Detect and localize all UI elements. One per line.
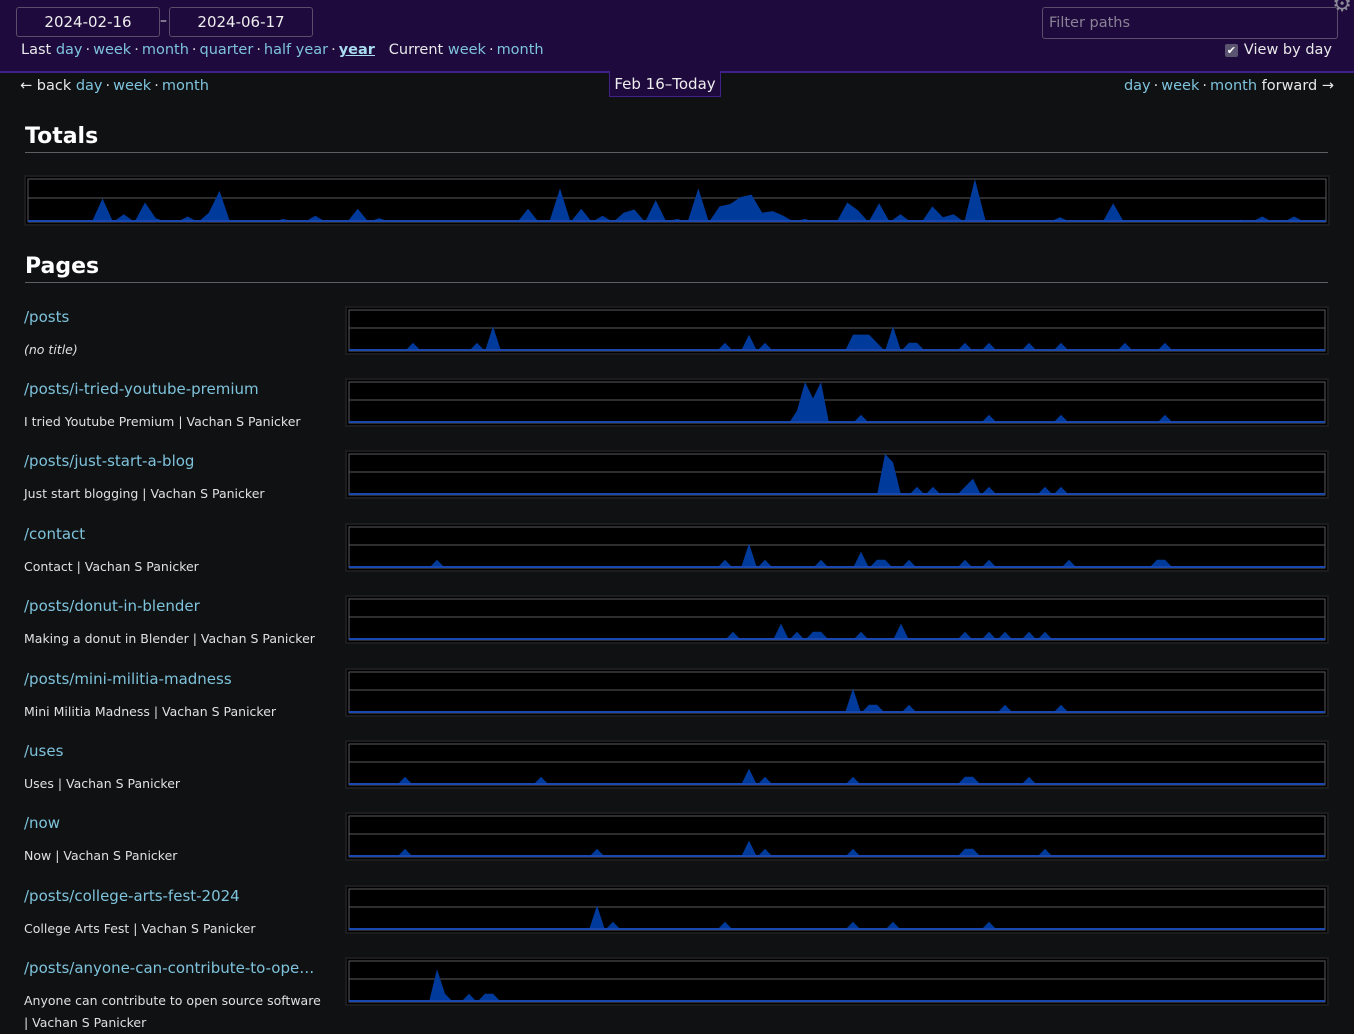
date-range-label: Feb 16–Today xyxy=(609,71,721,97)
page-path-link[interactable]: /posts/just-start-a-blog xyxy=(24,452,194,470)
page-title: Anyone can contribute to open source sof… xyxy=(24,990,324,1034)
chart-frame xyxy=(349,599,1325,640)
last-year-link[interactable]: year xyxy=(339,42,375,58)
back-week-link[interactable]: week xyxy=(113,78,151,94)
page-title: College Arts Fest | Vachan S Panicker xyxy=(24,918,324,940)
totals-chart-svg xyxy=(26,177,1328,224)
last-day-link[interactable]: day xyxy=(56,42,83,58)
chart-area xyxy=(349,543,1325,568)
pages-heading: Pages xyxy=(25,254,1328,283)
totals-chart xyxy=(24,175,1330,226)
page-title: Just start blogging | Vachan S Panicker xyxy=(24,483,324,505)
gear-icon[interactable]: ⚙ xyxy=(1332,0,1352,17)
chart-area xyxy=(349,969,1325,1002)
page-chart-svg xyxy=(347,742,1327,787)
last-month-link[interactable]: month xyxy=(142,42,189,58)
page-chart xyxy=(345,885,1329,934)
forward-week-link[interactable]: week xyxy=(1161,78,1199,94)
page-path-link[interactable]: /posts/mini-militia-madness xyxy=(24,670,232,688)
page-chart-svg xyxy=(347,959,1327,1004)
chart-frame xyxy=(349,454,1325,495)
chart-frame xyxy=(349,961,1325,1002)
page-chart-svg xyxy=(347,380,1327,425)
back-month-link[interactable]: month xyxy=(162,78,209,94)
page-chart-svg xyxy=(347,308,1327,353)
chart-frame xyxy=(349,672,1325,713)
page-chart-svg xyxy=(347,670,1327,715)
page-title: Contact | Vachan S Panicker xyxy=(24,556,324,578)
page-title: Now | Vachan S Panicker xyxy=(24,845,324,867)
last-label: Last xyxy=(21,42,51,58)
current-week-link[interactable]: week xyxy=(448,42,486,58)
chart-area xyxy=(349,454,1325,495)
chart-area xyxy=(349,841,1325,857)
chart-frame xyxy=(349,527,1325,568)
page-title: (no title) xyxy=(24,339,324,361)
page-path-link[interactable]: /now xyxy=(24,814,60,832)
forward-label: forward → xyxy=(1262,78,1334,94)
page-chart-svg xyxy=(347,597,1327,642)
header-bar: – Last day·week·month·quarter·half year·… xyxy=(0,0,1354,73)
last-quarter-link[interactable]: quarter xyxy=(200,42,254,58)
chart-frame xyxy=(349,382,1325,423)
page-chart xyxy=(345,306,1329,355)
page-chart-svg xyxy=(347,452,1327,497)
period-shortcuts: Last day·week·month·quarter·half year·ye… xyxy=(21,42,544,58)
back-day-link[interactable]: day xyxy=(76,78,103,94)
page-path-link[interactable]: /posts/anyone-can-contribute-to-ope… xyxy=(24,959,314,977)
chart-area xyxy=(349,382,1325,423)
start-date-input[interactable] xyxy=(16,7,160,37)
page-chart xyxy=(345,812,1329,861)
chart-frame xyxy=(349,744,1325,785)
forward-nav: day·week·month forward → xyxy=(1124,78,1334,94)
back-label: ← back xyxy=(20,78,71,94)
page-path-link[interactable]: /posts/i-tried-youtube-premium xyxy=(24,380,259,398)
page-chart xyxy=(345,450,1329,499)
view-by-day-label: View by day xyxy=(1244,42,1332,58)
filter-paths-input[interactable] xyxy=(1042,7,1338,39)
chart-area xyxy=(349,769,1325,785)
check-icon: ✔ xyxy=(1227,44,1236,57)
chart-area xyxy=(349,905,1325,930)
forward-month-link[interactable]: month xyxy=(1210,78,1257,94)
page-title: Making a donut in Blender | Vachan S Pan… xyxy=(24,628,324,650)
last-half-year-link[interactable]: half year xyxy=(264,42,328,58)
chart-area xyxy=(28,179,1326,222)
page-chart xyxy=(345,957,1329,1006)
chart-area xyxy=(349,326,1325,351)
page-chart xyxy=(345,523,1329,572)
page-chart xyxy=(345,668,1329,717)
date-separator: – xyxy=(160,13,167,29)
chart-frame xyxy=(349,816,1325,857)
page-chart xyxy=(345,595,1329,644)
page-title: Mini Militia Madness | Vachan S Panicker xyxy=(24,701,324,723)
current-label: Current xyxy=(389,42,443,58)
page-chart xyxy=(345,378,1329,427)
chart-area xyxy=(349,624,1325,640)
chart-area xyxy=(349,688,1325,713)
page-path-link[interactable]: /uses xyxy=(24,742,63,760)
page-path-link[interactable]: /posts/donut-in-blender xyxy=(24,597,200,615)
page-title: I tried Youtube Premium | Vachan S Panic… xyxy=(24,411,324,433)
chart-frame xyxy=(349,889,1325,930)
current-month-link[interactable]: month xyxy=(497,42,544,58)
view-by-day-toggle[interactable]: ✔ View by day xyxy=(1225,42,1332,58)
page-path-link[interactable]: /contact xyxy=(24,525,85,543)
page-chart xyxy=(345,740,1329,789)
page-chart-svg xyxy=(347,525,1327,570)
page-chart-svg xyxy=(347,814,1327,859)
back-nav: ← back day·week·month xyxy=(20,78,209,94)
end-date-input[interactable] xyxy=(169,7,313,37)
view-by-day-checkbox[interactable]: ✔ xyxy=(1225,44,1238,57)
totals-heading: Totals xyxy=(25,124,1328,153)
page-title: Uses | Vachan S Panicker xyxy=(24,773,324,795)
page-chart-svg xyxy=(347,887,1327,932)
page-path-link[interactable]: /posts/college-arts-fest-2024 xyxy=(24,887,240,905)
last-week-link[interactable]: week xyxy=(93,42,131,58)
page-path-link[interactable]: /posts xyxy=(24,308,69,326)
forward-day-link[interactable]: day xyxy=(1124,78,1151,94)
